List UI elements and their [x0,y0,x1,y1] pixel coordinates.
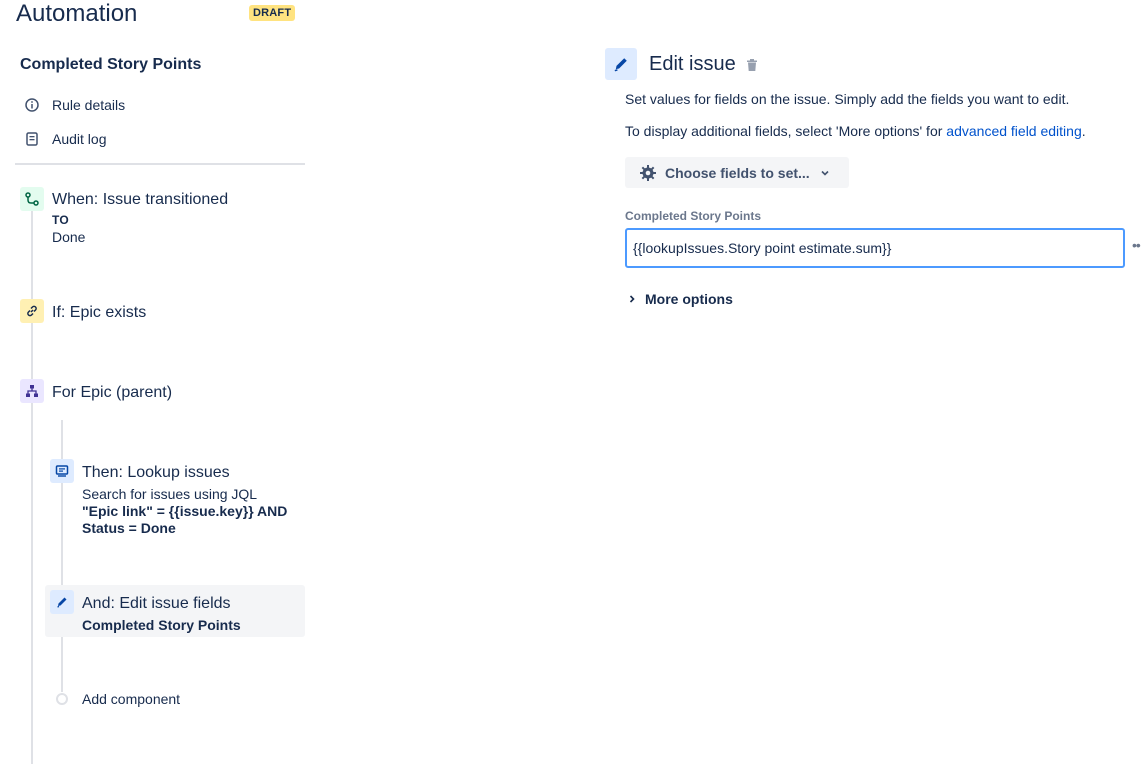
flow-line [31,200,33,764]
panel-description: Set values for fields on the issue. Simp… [625,91,1070,107]
transition-icon [20,187,44,211]
monitor-icon [50,459,74,483]
add-component-link[interactable]: Add component [82,691,180,708]
audit-log-link[interactable]: Audit log [24,129,106,149]
edit-step-subtitle: Completed Story Points [82,617,241,633]
document-icon [24,131,40,147]
lookup-step-jql: "Epic link" = {{issue.key}} AND Status =… [82,503,288,536]
branch-step-title[interactable]: For Epic (parent) [52,383,172,403]
trigger-to-label: TO [52,213,70,227]
add-component-dot-icon [56,693,68,705]
edit-issue-pencil-icon [605,48,637,80]
status-badge: DRAFT [249,5,296,21]
page-title: Automation [16,0,138,27]
more-options-toggle[interactable]: More options [627,291,733,307]
advanced-hint-suffix: . [1081,123,1086,139]
hierarchy-icon [20,379,44,403]
rule-details-link[interactable]: Rule details [24,95,125,115]
panel-advanced-hint: To display additional fields, select 'Mo… [625,122,1086,140]
completed-story-points-label: Completed Story Points [625,209,762,223]
panel-title: Edit issue [649,53,736,75]
more-options-label: More options [645,291,733,307]
link-icon [20,299,44,323]
lookup-step-subtitle: Search for issues using JQL [82,486,258,502]
edit-step-title[interactable]: And: Edit issue fields [82,594,231,614]
choose-fields-button[interactable]: Choose fields to set... [625,157,849,188]
pencil-icon [50,590,74,614]
trigger-to-value: Done [52,229,86,245]
lookup-step-title[interactable]: Then: Lookup issues [82,463,230,483]
trash-icon[interactable] [745,57,759,73]
sidebar-divider [15,163,305,165]
trigger-step-title[interactable]: When: Issue transitioned [52,190,228,210]
info-icon [24,97,40,113]
more-actions-icon[interactable]: •• [1132,238,1141,252]
advanced-field-editing-link[interactable]: advanced field editing [946,123,1081,139]
condition-step-title[interactable]: If: Epic exists [52,303,146,323]
chevron-down-icon [820,168,830,178]
completed-story-points-input[interactable] [625,228,1125,268]
advanced-hint-prefix: To display additional fields, select 'Mo… [625,123,947,139]
chevron-right-icon [627,294,637,304]
gear-icon [639,164,657,182]
rule-name: Completed Story Points [20,56,202,73]
choose-fields-label: Choose fields to set... [665,164,810,181]
rule-details-label: Rule details [52,97,126,113]
audit-log-label: Audit log [52,131,107,147]
